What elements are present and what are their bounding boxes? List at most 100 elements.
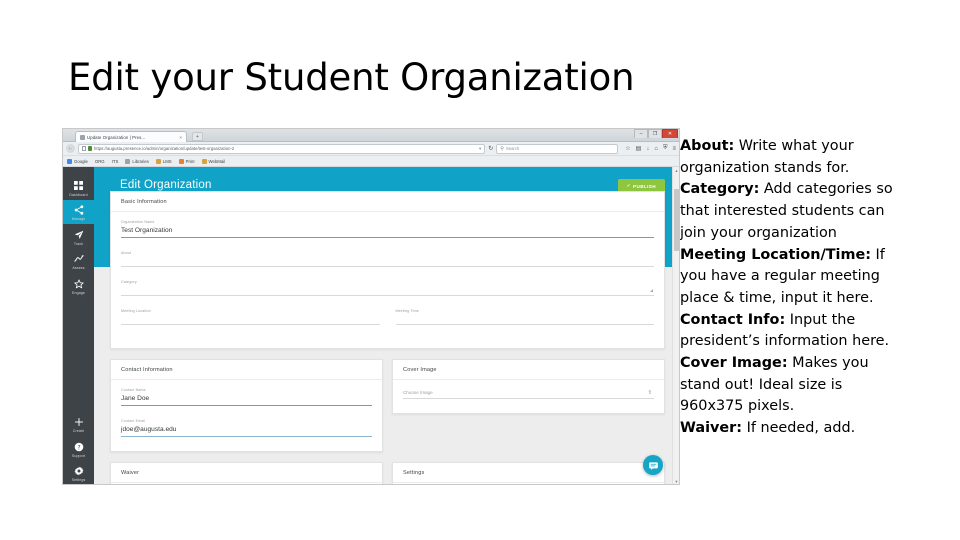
bookmark-libraries[interactable]: Libraries <box>125 158 149 164</box>
address-bar[interactable]: https://augusta.presence.io/admin/organi… <box>78 143 486 154</box>
bookmark-its[interactable]: ITS <box>112 159 119 164</box>
sidebar-item-dashboard[interactable]: Dashboard <box>63 175 94 200</box>
page-title: Edit your Student Organization <box>68 56 635 99</box>
star-icon <box>63 278 94 289</box>
card-body-settings: Allow Organization to Restrict Members <box>393 483 664 484</box>
sidebar-label-support: Support <box>71 453 86 458</box>
field-contact-email[interactable]: Contact Email jdoe@augusta.edu <box>121 419 372 437</box>
field-category[interactable]: Category <box>121 280 654 296</box>
bookmark-icon <box>178 158 184 164</box>
note-contact-lead: Contact Info: <box>680 311 786 328</box>
reader-icon[interactable]: ▤ <box>636 145 642 152</box>
question-circle-icon: ? <box>63 441 94 452</box>
value-meeting-location <box>121 313 380 324</box>
note-waiver-lead: Waiver: <box>680 420 742 437</box>
sidebar-item-assess[interactable]: Assess <box>63 249 94 274</box>
search-icon: ⚲ <box>500 145 504 152</box>
field-meeting-location[interactable]: Meeting Location <box>121 309 380 325</box>
scroll-up-icon[interactable]: ▲ <box>674 168 679 173</box>
card-title-settings: Settings <box>393 463 664 483</box>
vertical-scrollbar[interactable]: ▲ ▼ <box>672 167 679 484</box>
underline-contact-name <box>121 405 372 406</box>
minimize-button[interactable]: – <box>634 129 648 138</box>
bookmark-org[interactable]: ORG <box>95 159 105 164</box>
chevron-down-icon[interactable] <box>650 289 653 292</box>
bookmark-label: WebMail <box>208 158 226 164</box>
home-icon[interactable]: ⌂ <box>654 146 658 152</box>
card-title-cover: Cover Image <box>393 360 664 380</box>
bookmark-star-icon[interactable]: ☆ <box>625 145 630 152</box>
left-nav-rail: Dashboard Manage Track Assess Engage Cre… <box>63 167 94 485</box>
bookmark-print[interactable]: Print <box>178 158 195 164</box>
bookmark-lms[interactable]: LMS <box>155 158 172 164</box>
field-contact-name[interactable]: Contact Name Jane Doe <box>121 388 372 406</box>
search-input[interactable]: ⚲ Search <box>496 143 619 154</box>
bookmark-webmail[interactable]: WebMail <box>201 158 226 164</box>
card-title-waiver: Waiver <box>111 463 382 483</box>
sidebar-label-settings: Settings <box>71 478 86 482</box>
menu-icon[interactable]: ≡ <box>672 146 676 152</box>
col-settings: Settings Allow Organization to Restrict … <box>392 462 665 484</box>
sidebar-item-track[interactable]: Track <box>63 224 94 249</box>
search-placeholder: Search <box>505 146 520 151</box>
value-contact-name: Jane Doe <box>121 395 150 402</box>
maximize-button[interactable]: ❐ <box>648 129 662 138</box>
note-cover-lead: Cover Image: <box>680 355 788 372</box>
row-meeting: Meeting Location Meeting Time <box>121 309 654 338</box>
chat-bubble-icon[interactable] <box>643 455 663 475</box>
privacy-shield-icon[interactable]: ⛨ <box>663 145 668 152</box>
card-waiver: Waiver Choose Waiver <box>110 462 383 484</box>
card-body-cover: Choose Image ⇧ <box>393 380 664 413</box>
scrollbar-thumb[interactable] <box>674 189 679 251</box>
reload-icon[interactable]: ↻ <box>488 145 493 152</box>
sidebar-item-manage[interactable]: Manage <box>63 199 94 224</box>
new-tab-button[interactable]: + <box>192 132 203 141</box>
sidebar-item-engage[interactable]: Engage <box>63 273 94 298</box>
sidebar-label-manage: Manage <box>71 217 86 221</box>
bookmark-google[interactable]: Google <box>67 158 88 164</box>
lock-icon <box>88 146 92 151</box>
card-contact-information: Contact Information Contact Name Jane Do… <box>110 359 383 452</box>
value-organization-name: Test Organization <box>121 227 173 234</box>
form-scroll-area[interactable]: Basic Information Organization Name Test… <box>94 167 679 484</box>
close-icon[interactable]: × <box>179 135 182 140</box>
card-body-contact: Contact Name Jane Doe Contact Email jdoe… <box>111 380 382 451</box>
note-waiver: Waiver: If needed, add. <box>680 418 896 440</box>
sidebar-label-create: Create <box>72 429 85 433</box>
bookmark-icon <box>125 158 131 164</box>
card-body-waiver: Choose Waiver <box>111 483 382 484</box>
browser-tab[interactable]: Update Organization | Pres... × <box>75 131 187 142</box>
downloads-icon[interactable]: ↓ <box>646 146 649 152</box>
scroll-down-icon[interactable]: ▼ <box>674 479 679 484</box>
underline-meeting-location <box>121 324 380 325</box>
underline-category <box>121 295 654 296</box>
row-contact-cover: Contact Information Contact Name Jane Do… <box>110 359 665 462</box>
field-choose-image[interactable]: Choose Image ⇧ <box>403 388 654 399</box>
underline-about <box>121 266 654 267</box>
field-organization-name[interactable]: Organization Name Test Organization <box>121 220 654 238</box>
field-about[interactable]: About <box>121 251 654 267</box>
gear-icon <box>63 466 94 477</box>
note-waiver-text: If needed, add. <box>742 420 856 437</box>
value-contact-email: jdoe@augusta.edu <box>121 426 177 433</box>
note-category: Category: Add categories so that interes… <box>680 179 896 244</box>
chevron-down-icon[interactable]: ▾ <box>479 146 481 152</box>
app-content: Edit Organization ✓ PUBLISH Basic Inform… <box>94 167 679 484</box>
back-icon[interactable]: ← <box>66 144 75 153</box>
value-about <box>121 255 654 266</box>
application-area: Dashboard Manage Track Assess Engage Cre… <box>63 167 679 485</box>
underline-meeting-time <box>395 324 654 325</box>
shield-icon <box>82 146 86 151</box>
value-category <box>121 284 654 295</box>
note-category-lead: Category: <box>680 181 760 198</box>
sidebar-item-support[interactable]: ? Support <box>63 436 94 461</box>
upload-icon[interactable]: ⇧ <box>647 390 652 396</box>
field-meeting-time[interactable]: Meeting Time <box>395 309 654 334</box>
favicon-icon <box>80 134 85 140</box>
browser-chrome: Update Organization | Pres... × + – ❐ ✕ … <box>63 129 679 167</box>
svg-text:?: ? <box>77 445 80 451</box>
card-basic-information: Basic Information Organization Name Test… <box>110 191 665 349</box>
sidebar-item-settings[interactable]: Settings <box>63 461 94 485</box>
sidebar-item-create[interactable]: Create <box>63 412 94 437</box>
close-window-button[interactable]: ✕ <box>662 129 678 138</box>
